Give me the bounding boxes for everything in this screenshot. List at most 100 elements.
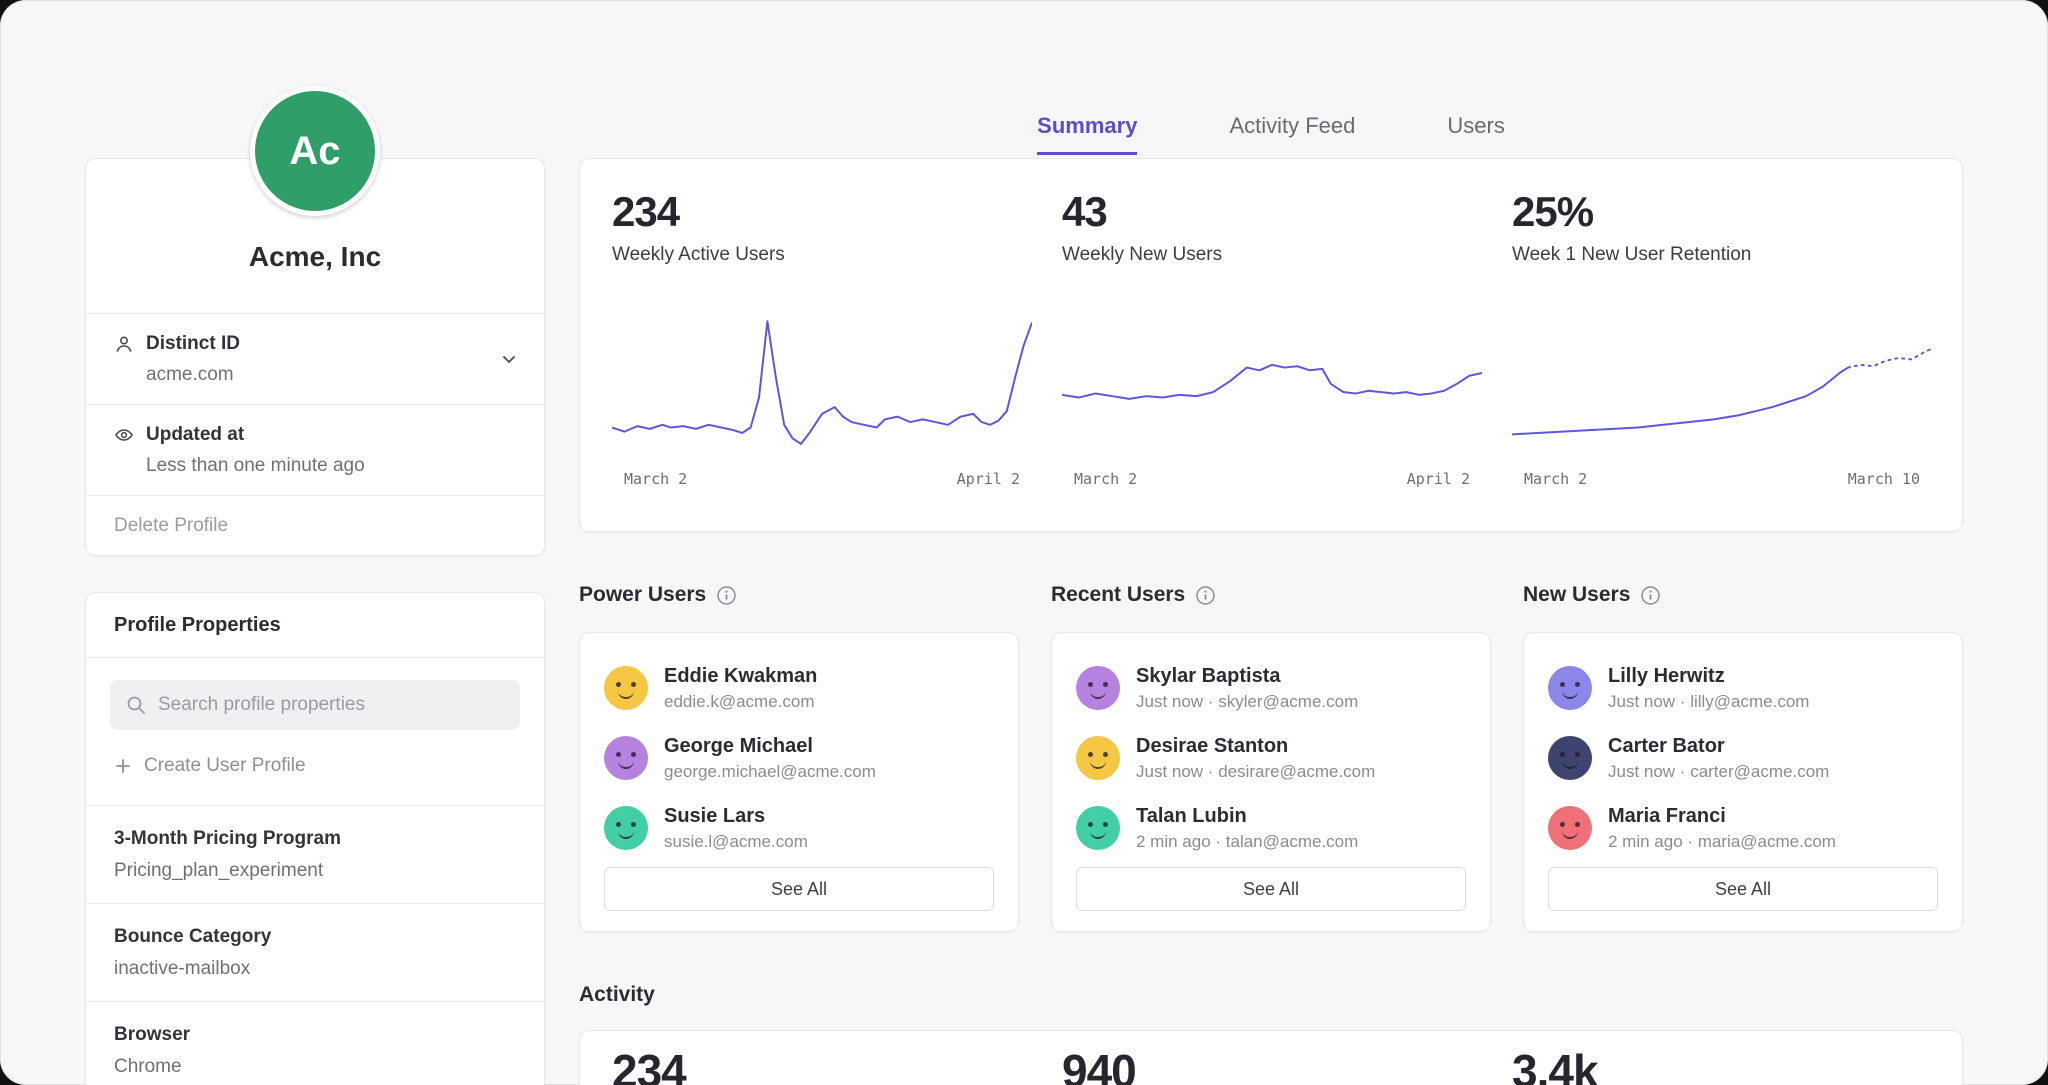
see-all-button[interactable]: See All bbox=[604, 867, 994, 911]
info-icon[interactable] bbox=[1640, 585, 1661, 606]
list-item[interactable]: Desirae Stanton Just now · desirare@acme… bbox=[1076, 723, 1466, 793]
avatar bbox=[604, 736, 648, 780]
list-item[interactable]: Talan Lubin 2 min ago · talan@acme.com bbox=[1076, 793, 1466, 863]
user-name: Desirae Stanton bbox=[1136, 734, 1375, 758]
avatar bbox=[1548, 666, 1592, 710]
stat-value: 234 bbox=[612, 189, 1032, 235]
user-name: George Michael bbox=[664, 734, 876, 758]
property-value: Chrome bbox=[114, 1055, 516, 1078]
create-user-profile-label: Create User Profile bbox=[144, 754, 306, 777]
tab-summary[interactable]: Summary bbox=[1037, 112, 1137, 155]
new-users-column: New Users Lilly Herwitz Just now · lilly… bbox=[1523, 582, 1963, 932]
stat-weekly-new-users: 43 Weekly New Users March 2 April 2 bbox=[1062, 189, 1482, 488]
field-distinct-id[interactable]: Distinct ID acme.com bbox=[86, 313, 544, 404]
stat-label: Week 1 New User Retention bbox=[1512, 243, 1932, 266]
user-subtext: 2 min ago · maria@acme.com bbox=[1608, 832, 1836, 852]
user-name: Eddie Kwakman bbox=[664, 664, 817, 688]
property-value: Pricing_plan_experiment bbox=[114, 859, 516, 882]
user-name: Talan Lubin bbox=[1136, 804, 1358, 828]
stat-label: Weekly Active Users bbox=[612, 243, 1032, 266]
x-tick: March 10 bbox=[1848, 470, 1920, 488]
create-user-profile-button[interactable]: Create User Profile bbox=[114, 754, 516, 777]
profile-properties-title: Profile Properties bbox=[86, 593, 544, 657]
x-tick: March 2 bbox=[1074, 470, 1137, 488]
list-item[interactable]: Susie Lars susie.l@acme.com bbox=[604, 793, 994, 863]
activity-card: 234 940 3.4k bbox=[579, 1030, 1963, 1085]
eye-icon bbox=[114, 425, 134, 445]
list-title: Recent Users bbox=[1051, 582, 1185, 608]
avatar bbox=[1076, 736, 1120, 780]
activity-stat-value: 3.4k bbox=[1512, 1045, 1932, 1085]
plus-icon bbox=[114, 757, 132, 775]
user-subtext: Just now · carter@acme.com bbox=[1608, 762, 1829, 782]
user-name: Carter Bator bbox=[1608, 734, 1829, 758]
profile-card: Acme, Inc Distinct ID acme.com bbox=[85, 158, 545, 556]
info-icon[interactable] bbox=[716, 585, 737, 606]
tab-users[interactable]: Users bbox=[1447, 112, 1504, 155]
stat-value: 25% bbox=[1512, 189, 1932, 235]
divider bbox=[86, 657, 544, 658]
property-label: 3-Month Pricing Program bbox=[114, 827, 516, 850]
property-label: Bounce Category bbox=[114, 925, 516, 948]
search-profile-properties-input[interactable] bbox=[110, 680, 520, 730]
list-item[interactable]: George Michael george.michael@acme.com bbox=[604, 723, 994, 793]
property-row-pricing-program[interactable]: 3-Month Pricing Program Pricing_plan_exp… bbox=[86, 805, 544, 903]
user-subtext: 2 min ago · talan@acme.com bbox=[1136, 832, 1358, 852]
see-all-button[interactable]: See All bbox=[1548, 867, 1938, 911]
user-name: Lilly Herwitz bbox=[1608, 664, 1809, 688]
x-tick: April 2 bbox=[1407, 470, 1470, 488]
recent-users-column: Recent Users Skylar Baptista Just now · … bbox=[1051, 582, 1491, 932]
x-tick: March 2 bbox=[1524, 470, 1587, 488]
chevron-down-icon[interactable] bbox=[500, 350, 518, 368]
x-tick: March 2 bbox=[624, 470, 687, 488]
weekly-new-users-chart bbox=[1062, 308, 1482, 454]
info-icon[interactable] bbox=[1195, 585, 1216, 606]
user-lists-section: Power Users Eddie Kwakman eddie.k@acme.c… bbox=[579, 582, 1963, 932]
avatar bbox=[1076, 666, 1120, 710]
profile-page: Ac Acme, Inc Distinct ID acme.com bbox=[0, 0, 2048, 1085]
user-subtext: eddie.k@acme.com bbox=[664, 692, 817, 712]
summary-card: 234 Weekly Active Users March 2 April 2 … bbox=[579, 158, 1963, 532]
stat-week1-retention: 25% Week 1 New User Retention March 2 Ma… bbox=[1512, 189, 1932, 488]
person-icon bbox=[114, 334, 134, 354]
delete-profile-button[interactable]: Delete Profile bbox=[86, 495, 544, 555]
avatar bbox=[1548, 806, 1592, 850]
company-avatar: Ac bbox=[250, 86, 380, 216]
avatar bbox=[1076, 806, 1120, 850]
power-users-card: Eddie Kwakman eddie.k@acme.com George Mi… bbox=[579, 632, 1019, 932]
stat-weekly-active-users: 234 Weekly Active Users March 2 April 2 bbox=[612, 189, 1032, 488]
activity-title: Activity bbox=[579, 982, 655, 1008]
field-label: Distinct ID bbox=[146, 332, 240, 355]
recent-users-card: Skylar Baptista Just now · skyler@acme.c… bbox=[1051, 632, 1491, 932]
user-name: Skylar Baptista bbox=[1136, 664, 1358, 688]
list-item[interactable]: Eddie Kwakman eddie.k@acme.com bbox=[604, 653, 994, 723]
x-tick: April 2 bbox=[957, 470, 1020, 488]
avatar bbox=[604, 806, 648, 850]
user-subtext: george.michael@acme.com bbox=[664, 762, 876, 782]
property-row-browser[interactable]: Browser Chrome bbox=[86, 1001, 544, 1085]
stat-value: 43 bbox=[1062, 189, 1482, 235]
stat-label: Weekly New Users bbox=[1062, 243, 1482, 266]
new-users-card: Lilly Herwitz Just now · lilly@acme.com … bbox=[1523, 632, 1963, 932]
user-name: Susie Lars bbox=[664, 804, 808, 828]
activity-stat-value: 940 bbox=[1062, 1045, 1482, 1085]
main-tabs: Summary Activity Feed Users bbox=[579, 112, 1963, 155]
field-value: Less than one minute ago bbox=[146, 454, 516, 477]
list-item[interactable]: Lilly Herwitz Just now · lilly@acme.com bbox=[1548, 653, 1938, 723]
profile-properties-card: Profile Properties Create User Profile 3… bbox=[85, 592, 545, 1085]
field-updated-at: Updated at Less than one minute ago bbox=[86, 404, 544, 495]
list-item[interactable]: Skylar Baptista Just now · skyler@acme.c… bbox=[1076, 653, 1466, 723]
user-subtext: Just now · desirare@acme.com bbox=[1136, 762, 1375, 782]
property-label: Browser bbox=[114, 1023, 516, 1046]
avatar bbox=[1548, 736, 1592, 780]
property-value: inactive-mailbox bbox=[114, 957, 516, 980]
avatar bbox=[604, 666, 648, 710]
list-item[interactable]: Carter Bator Just now · carter@acme.com bbox=[1548, 723, 1938, 793]
user-subtext: susie.l@acme.com bbox=[664, 832, 808, 852]
tab-activity-feed[interactable]: Activity Feed bbox=[1229, 112, 1355, 155]
weekly-active-users-chart bbox=[612, 308, 1032, 454]
see-all-button[interactable]: See All bbox=[1076, 867, 1466, 911]
list-item[interactable]: Maria Franci 2 min ago · maria@acme.com bbox=[1548, 793, 1938, 863]
property-row-bounce-category[interactable]: Bounce Category inactive-mailbox bbox=[86, 903, 544, 1001]
list-title: Power Users bbox=[579, 582, 706, 608]
